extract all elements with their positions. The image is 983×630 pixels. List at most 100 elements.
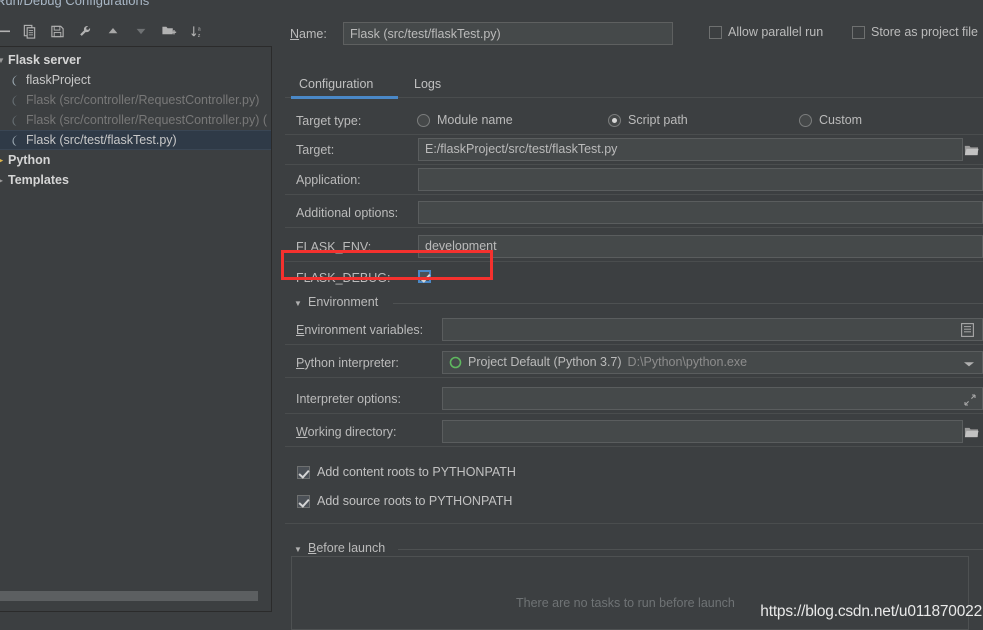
radio-custom[interactable]: Custom xyxy=(799,113,862,127)
checkbox-box xyxy=(297,494,310,508)
editor-tabs: Configuration Logs xyxy=(285,71,983,99)
target-label: Target: xyxy=(296,143,335,157)
watermark: https://blog.csdn.net/u011870022 xyxy=(760,603,982,620)
environment-variables-edit-button[interactable] xyxy=(958,321,976,339)
additional-options-row: Additional options: xyxy=(285,201,983,225)
tree-horizontal-scrollbar-thumb[interactable] xyxy=(0,591,258,601)
sort-az-icon: a z xyxy=(190,25,200,38)
tree-node-templates[interactable]: ▸ Templates xyxy=(0,170,271,190)
flask-icon xyxy=(8,134,24,147)
row-separator xyxy=(285,164,983,165)
name-label: Name: xyxy=(290,27,327,41)
configurations-tree[interactable]: ▼ Flask server flaskProject Flask (src/c… xyxy=(0,46,272,612)
environment-section-header[interactable]: ▼ Environment xyxy=(285,295,983,312)
move-up-button[interactable] xyxy=(100,19,126,43)
section-divider-line xyxy=(393,303,983,304)
minus-icon xyxy=(0,30,10,33)
target-browse-button[interactable] xyxy=(962,141,980,159)
row-separator xyxy=(285,134,983,135)
application-label: Application: xyxy=(296,173,361,187)
tree-node-flasktest[interactable]: Flask (src/test/flaskTest.py) xyxy=(0,130,271,150)
flask-icon xyxy=(8,114,24,127)
row-separator xyxy=(285,227,983,228)
checkbox-box xyxy=(418,270,431,283)
radio-label: Module name xyxy=(437,113,513,127)
save-icon xyxy=(50,25,64,37)
flask-debug-row: FLASK_DEBUG: xyxy=(285,268,983,290)
svg-text:z: z xyxy=(197,32,200,38)
window-title: Run/Debug Configurations xyxy=(0,0,150,8)
sort-button[interactable]: a z xyxy=(184,19,210,43)
store-as-project-file-checkbox[interactable]: Store as project file xyxy=(852,25,978,39)
configuration-form: Target type: Module name Script path Cus… xyxy=(285,98,983,630)
copy-configuration-button[interactable] xyxy=(16,19,42,43)
name-input[interactable] xyxy=(343,22,673,45)
python-interpreter-combo[interactable]: Project Default (Python 3.7) D:\Python\p… xyxy=(442,351,983,374)
panel-splitter[interactable] xyxy=(274,14,285,630)
folder-icon xyxy=(964,427,979,437)
python-interpreter-dropdown-button[interactable] xyxy=(960,355,978,373)
add-source-roots-checkbox[interactable]: Add source roots to PYTHONPATH xyxy=(297,494,512,508)
tree-node-label: Flask (src/controller/RequestController.… xyxy=(26,113,268,127)
radio-label: Custom xyxy=(819,113,863,127)
add-content-roots-checkbox[interactable]: Add content roots to PYTHONPATH xyxy=(297,465,516,479)
copy-icon xyxy=(23,24,35,39)
tab-configuration[interactable]: Configuration xyxy=(291,71,381,97)
allow-parallel-run-checkbox[interactable]: Allow parallel run xyxy=(709,25,823,39)
python-env-icon xyxy=(449,356,462,369)
additional-options-input[interactable] xyxy=(418,201,983,224)
list-edit-icon xyxy=(960,323,974,337)
new-folder-button[interactable] xyxy=(156,19,182,43)
configurations-toolbar: a z xyxy=(0,18,274,44)
environment-variables-label: Environment variables: xyxy=(296,323,424,337)
interpreter-options-expand-button[interactable] xyxy=(961,391,979,409)
tree-node-flask-server[interactable]: ▼ Flask server xyxy=(0,50,271,70)
tree-node-requestcontroller-1[interactable]: Flask (src/controller/RequestController.… xyxy=(0,90,271,110)
working-directory-browse-button[interactable] xyxy=(962,423,980,441)
tree-node-label: Flask server xyxy=(8,53,81,67)
tree-node-python[interactable]: ▸ Python xyxy=(0,150,271,170)
working-directory-input[interactable] xyxy=(442,420,963,443)
chevron-down-icon xyxy=(964,362,974,367)
python-interpreter-value: Project Default (Python 3.7) xyxy=(468,355,622,369)
tab-logs[interactable]: Logs xyxy=(406,71,449,97)
row-separator xyxy=(285,377,983,378)
python-interpreter-label: Python interpreter: xyxy=(296,356,399,370)
tree-node-requestcontroller-2[interactable]: Flask (src/controller/RequestController.… xyxy=(0,110,271,130)
row-separator xyxy=(285,413,983,414)
radio-module-name[interactable]: Module name xyxy=(417,113,513,127)
python-interpreter-row: Python interpreter: Project Default (Pyt… xyxy=(285,351,983,375)
flask-env-input[interactable]: development xyxy=(418,235,983,258)
edit-templates-button[interactable] xyxy=(72,19,98,43)
flask-env-row: FLASK_ENV: development xyxy=(285,235,983,259)
checkbox-box xyxy=(852,25,865,39)
remove-configuration-button[interactable] xyxy=(0,19,14,43)
target-input[interactable]: E:/flaskProject/src/test/flaskTest.py xyxy=(418,138,963,161)
interpreter-options-input[interactable] xyxy=(442,387,983,410)
run-debug-configurations-dialog: Run/Debug Configurations a z Flask serve… xyxy=(0,0,983,630)
environment-variables-input[interactable] xyxy=(442,318,983,341)
radio-label: Script path xyxy=(628,113,688,127)
environment-section-title: Environment xyxy=(308,295,385,309)
move-down-button[interactable] xyxy=(128,19,154,43)
radio-button xyxy=(799,113,812,127)
svg-text:a: a xyxy=(197,26,200,32)
before-launch-empty-text: There are no tasks to run before launch xyxy=(516,596,735,610)
flask-icon xyxy=(8,74,24,87)
expand-icon xyxy=(964,394,976,406)
tree-node-flaskproject[interactable]: flaskProject xyxy=(0,70,271,90)
radio-script-path[interactable]: Script path xyxy=(608,113,688,127)
chevron-down-icon: ▼ xyxy=(294,545,302,554)
environment-variables-row: Environment variables: xyxy=(285,318,983,342)
target-row: Target: E:/flaskProject/src/test/flaskTe… xyxy=(285,138,983,162)
window-title-bar: Run/Debug Configurations xyxy=(0,0,983,14)
checkbox-box xyxy=(709,25,722,39)
tree-node-label: flaskProject xyxy=(26,73,91,87)
before-launch-section-title: Before launch xyxy=(308,541,392,555)
folder-icon xyxy=(964,145,979,155)
store-as-project-file-label: Store as project file xyxy=(871,25,978,39)
radio-button xyxy=(417,113,430,127)
flask-debug-checkbox[interactable] xyxy=(418,270,431,283)
application-input[interactable] xyxy=(418,168,983,191)
save-configuration-button[interactable] xyxy=(44,19,70,43)
